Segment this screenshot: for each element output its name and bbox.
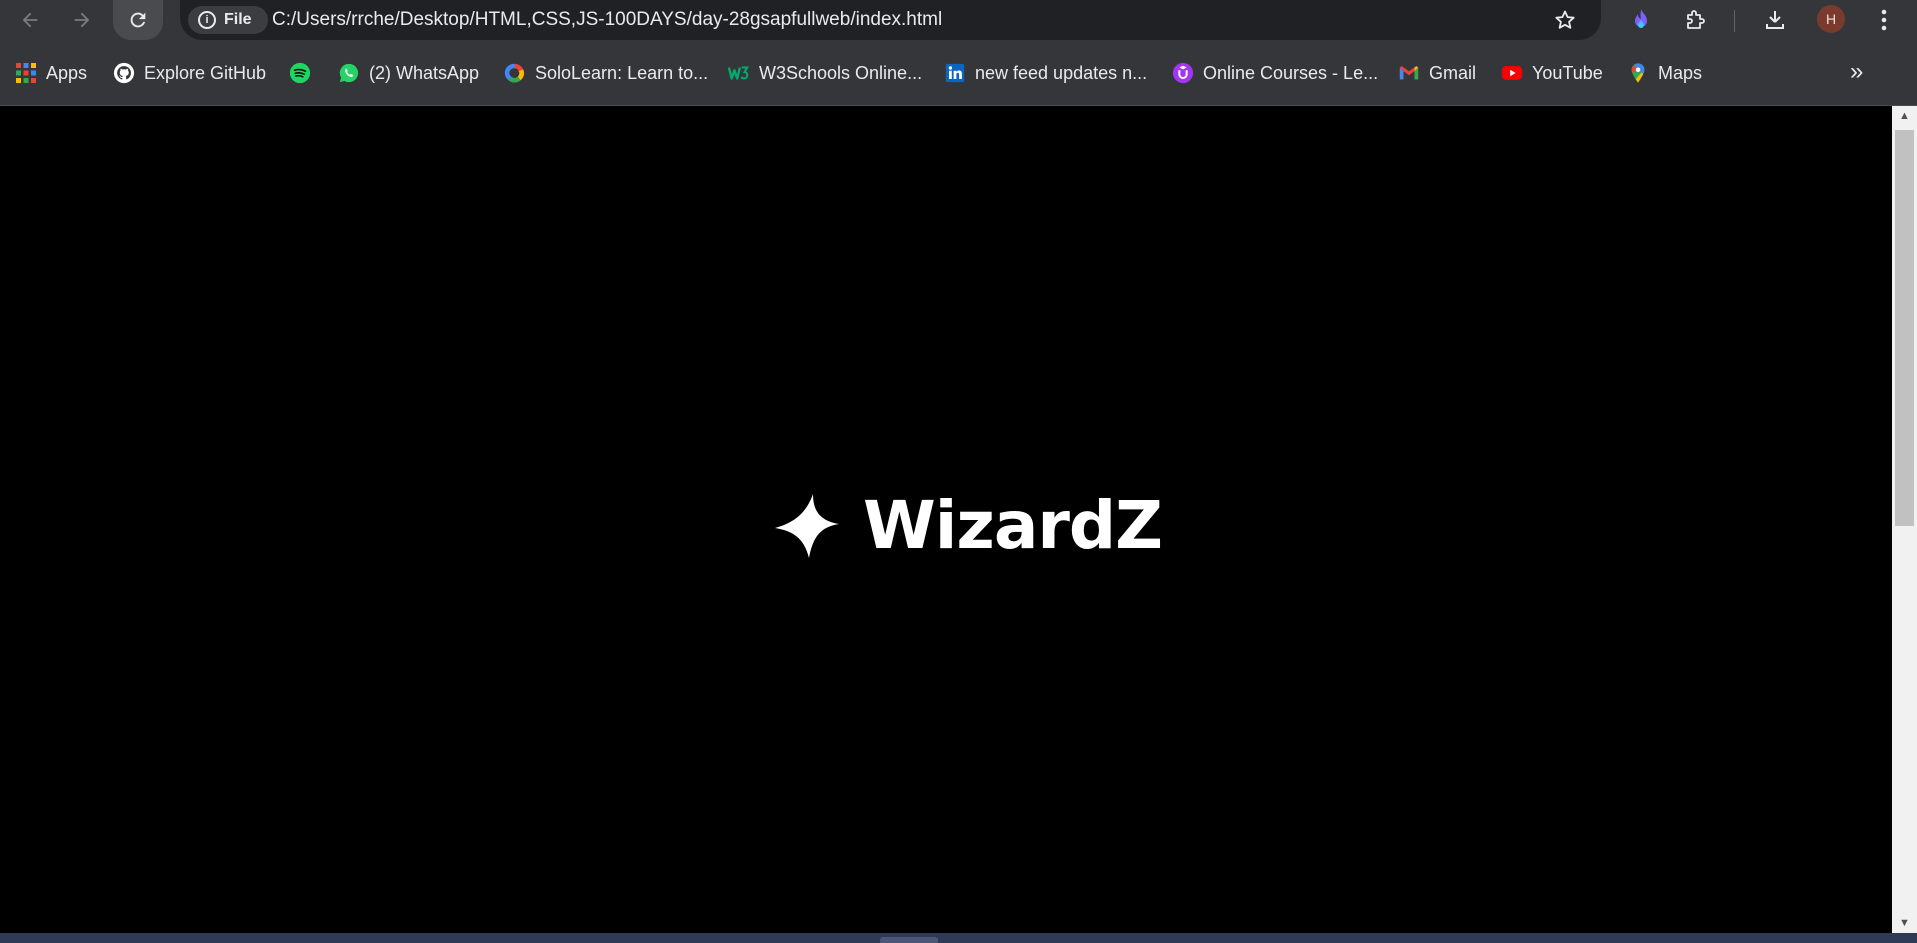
extensions-menu-button[interactable] [1676, 0, 1716, 40]
bookmark-whatsapp[interactable]: (2) WhatsApp [338, 60, 479, 86]
puzzle-icon [1687, 10, 1705, 29]
scrollbar-thumb[interactable] [1895, 130, 1914, 526]
browser-toolbar: i File C:/Users/rrche/Desktop/HTML,CSS,J… [0, 0, 1917, 40]
bookmark-w3schools[interactable]: W3Schools Online... [728, 60, 922, 86]
info-icon: i [198, 11, 216, 29]
youtube-icon [1501, 66, 1523, 80]
bookmark-label: (2) WhatsApp [369, 62, 480, 83]
bookmark-youtube[interactable]: YouTube [1501, 60, 1603, 86]
spotify-icon [289, 62, 311, 84]
bookmark-linkedin[interactable]: new feed updates n... [944, 60, 1147, 86]
w3schools-icon [728, 66, 750, 80]
extension-flame-icon [1635, 9, 1647, 28]
bookmark-label: new feed updates n... [975, 62, 1148, 83]
linkedin-icon [945, 63, 965, 83]
star-outline-icon [1555, 10, 1575, 29]
bookmark-label: YouTube [1532, 62, 1603, 83]
bookmark-maps[interactable]: Maps [1627, 60, 1702, 86]
bookmark-star-button[interactable] [1547, 0, 1583, 40]
browser-menu-button[interactable] [1864, 0, 1904, 40]
scroll-up-button[interactable]: ▲ [1892, 106, 1917, 126]
scroll-down-button[interactable]: ▼ [1892, 913, 1917, 933]
bookmark-label: Maps [1658, 62, 1703, 83]
bookmark-udemy[interactable]: Online Courses - Le... [1172, 60, 1378, 86]
toolbar-separator [1734, 10, 1735, 32]
bookmarks-bar: Apps Explore GitHub (2) WhatsApp SoloLea… [0, 40, 1917, 106]
triangle-up-icon: ▲ [1899, 110, 1910, 122]
maps-icon [1631, 63, 1645, 83]
whatsapp-icon [339, 63, 359, 83]
reload-button[interactable] [113, 0, 163, 40]
page-viewport: WizardZ [0, 106, 1892, 933]
bookmark-spotify[interactable] [289, 60, 320, 86]
arrow-right-icon [74, 12, 90, 28]
forward-button[interactable] [62, 0, 102, 40]
bookmark-github[interactable]: Explore GitHub [113, 60, 266, 86]
taskbar-edge [0, 933, 1917, 943]
vertical-scrollbar[interactable]: ▲ ▼ [1892, 106, 1917, 933]
site-info-label: File [224, 11, 252, 28]
bookmark-sololearn[interactable]: SoloLearn: Learn to... [504, 60, 708, 86]
extension-button[interactable] [1621, 0, 1661, 40]
bookmark-apps[interactable]: Apps [15, 60, 87, 86]
sololearn-icon [504, 63, 525, 83]
bookmark-label: Apps [46, 62, 88, 83]
downloads-button[interactable] [1755, 0, 1795, 40]
triangle-down-icon: ▼ [1899, 917, 1910, 929]
brand-name: WizardZ [863, 487, 1163, 564]
profile-avatar[interactable]: H [1817, 5, 1845, 33]
bookmark-label: SoloLearn: Learn to... [535, 62, 709, 83]
site-info-chip[interactable]: i File [188, 6, 268, 34]
bookmark-gmail[interactable]: Gmail [1398, 60, 1476, 86]
address-bar[interactable]: i File C:/Users/rrche/Desktop/HTML,CSS,J… [180, 0, 1601, 40]
double-chevron-right-icon: » [1850, 58, 1864, 85]
gmail-icon [1399, 66, 1419, 80]
four-point-star-icon [775, 494, 839, 558]
bookmark-label: Gmail [1429, 62, 1477, 83]
apps-grid-icon [16, 63, 36, 83]
bookmark-label: Explore GitHub [144, 62, 267, 83]
brand-logo: WizardZ [773, 486, 1163, 566]
kebab-menu-icon [1881, 9, 1887, 31]
github-icon [113, 62, 135, 84]
back-button[interactable] [10, 0, 50, 40]
taskbar-handle [880, 937, 938, 943]
reload-icon [130, 12, 146, 28]
bookmark-label: Online Courses - Le... [1203, 62, 1379, 83]
download-icon [1766, 11, 1784, 29]
udemy-icon [1172, 62, 1194, 84]
more-bookmarks-button[interactable]: » [1850, 58, 1863, 86]
bookmark-label: W3Schools Online... [759, 62, 923, 83]
url-text[interactable]: C:/Users/rrche/Desktop/HTML,CSS,JS-100DA… [272, 9, 942, 31]
arrow-left-icon [22, 12, 38, 28]
